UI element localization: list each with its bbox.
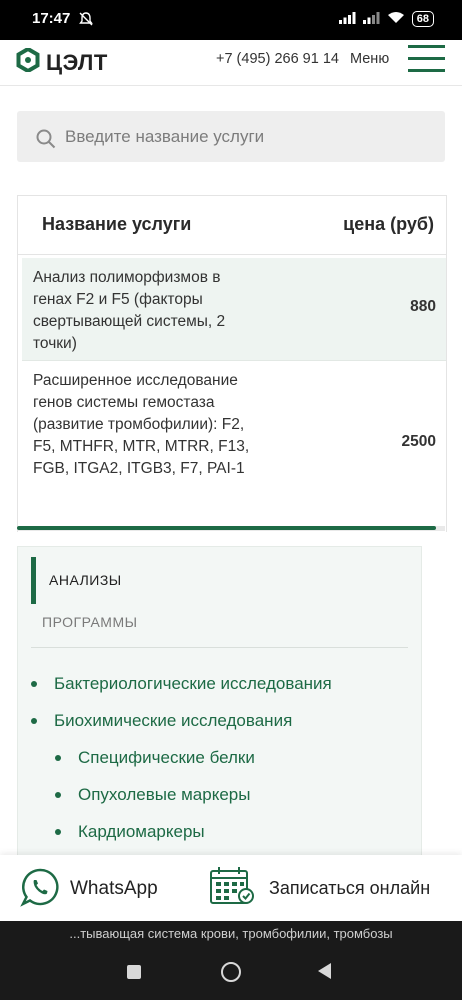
site-header: ЦЭЛТ +7 (495) 266 91 14 Меню [0,40,462,86]
back-icon[interactable] [318,963,331,979]
tab-programs[interactable]: ПРОГРАММЫ [42,614,138,630]
status-icons: 68 [338,11,434,27]
column-header-price: цена (руб) [343,214,434,234]
bottom-cta-bar: WhatsApp Записаться онлайн [0,855,462,921]
calendar-icon [209,866,255,911]
home-icon[interactable] [221,962,241,982]
system-nav-bar [0,947,462,1000]
logo-icon [16,46,40,77]
category-label: Опухолевые маркеры [78,785,251,804]
logo-text: ЦЭЛТ [46,49,108,75]
service-name: Анализ полиморфизмов в генах F2 и F5 (фа… [33,269,226,352]
wifi-icon [387,11,405,27]
table-row[interactable]: Расширенное исследование генов системы г… [22,361,446,526]
burger-menu-icon[interactable] [408,45,445,75]
status-bar: 17:47 68 [0,0,462,40]
bullet [55,829,61,835]
table-header: Название услуги цена (руб) [18,196,446,255]
bullet [31,681,37,687]
scrollbar-thumb[interactable] [17,526,437,530]
recent-apps-icon[interactable] [127,965,141,979]
search-icon [36,129,56,154]
service-name: Расширенное исследование генов системы г… [33,372,250,477]
menu-label[interactable]: Меню [350,51,389,67]
service-search [17,111,445,162]
mute-bell-icon [78,11,94,32]
logo[interactable]: ЦЭЛТ [16,46,108,77]
phone-link[interactable]: +7 (495) 266 91 14 [216,51,339,67]
column-header-name: Название услуги [42,214,192,234]
book-online-button[interactable]: Записаться онлайн [209,866,431,911]
bullet [31,718,37,724]
page-url-strip[interactable]: ...тывающая система крови, тромбофилии, … [0,921,462,947]
table-horizontal-scrollbar[interactable] [17,526,445,531]
signal-icon [362,11,380,27]
tab-analyses[interactable]: АНАЛИЗЫ [31,557,122,604]
price-table: Название услуги цена (руб) Анализ полимо… [17,195,447,532]
category-label: Специфические белки [78,748,255,767]
categories-panel: АНАЛИЗЫ ПРОГРАММЫ Бактериологические исс… [17,546,422,868]
category-label: Биохимические исследования [54,711,293,730]
bullet [55,792,61,798]
battery-icon: 68 [411,11,434,27]
service-price: 2500 [401,433,436,450]
whatsapp-icon [20,867,60,912]
whatsapp-button[interactable]: WhatsApp [20,867,158,912]
search-input[interactable] [63,119,427,155]
category-label: Кардиомаркеры [78,822,205,841]
category-label: Бактериологические исследования [54,674,332,693]
whatsapp-label: WhatsApp [70,878,158,899]
table-row[interactable]: Анализ полиморфизмов в генах F2 и F5 (фа… [22,258,446,361]
divider [31,647,408,648]
bullet [55,755,61,761]
service-price: 880 [410,298,436,315]
status-time: 17:47 [32,10,71,27]
signal-icon [338,11,356,27]
book-online-label: Записаться онлайн [269,877,431,898]
